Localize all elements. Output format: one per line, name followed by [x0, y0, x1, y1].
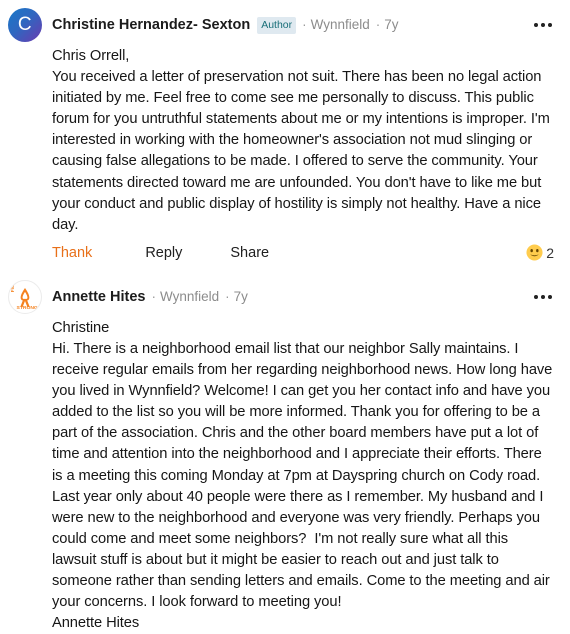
smiley-face-emoji — [526, 244, 543, 261]
location-label[interactable]: Wynnfield — [160, 288, 219, 306]
comment-meta: Christine Hernandez- Sexton Author · Wyn… — [52, 16, 399, 35]
ribbon-top-text: FIGHT — [10, 280, 15, 292]
author-name[interactable]: Christine Hernandez- Sexton — [52, 16, 250, 34]
comment-item: FIGHT STRONG Annette Hites · Wynnfield ·… — [0, 270, 570, 634]
comment-item: C Christine Hernandez- Sexton Author · W… — [0, 0, 570, 270]
more-options-icon[interactable] — [532, 289, 554, 305]
awareness-ribbon-icon: FIGHT STRONG — [9, 280, 41, 313]
dot — [534, 294, 538, 299]
timestamp: 7y — [233, 288, 248, 304]
comment-header: C Christine Hernandez- Sexton Author · W… — [8, 0, 562, 44]
meta-separator: · — [151, 288, 156, 304]
reaction-summary[interactable]: 2 — [526, 244, 554, 261]
reaction-count: 2 — [546, 244, 554, 261]
avatar-initial: C — [17, 14, 33, 35]
timestamp: 7y — [384, 16, 399, 32]
location-label[interactable]: Wynnfield — [311, 16, 370, 34]
dot — [548, 294, 552, 299]
share-button[interactable]: Share — [230, 245, 269, 261]
dot — [548, 23, 552, 27]
reply-button[interactable]: Reply — [145, 245, 182, 261]
avatar[interactable]: C — [8, 8, 42, 42]
meta-separator: · — [375, 16, 381, 32]
author-badge: Author — [257, 16, 297, 34]
comment-header: FIGHT STRONG Annette Hites · Wynnfield ·… — [8, 270, 562, 316]
dot — [541, 294, 545, 299]
comment-body: Christine Hi. There is a neighborhood em… — [52, 319, 553, 632]
avatar[interactable]: FIGHT STRONG — [8, 279, 42, 314]
meta-separator: · — [302, 16, 307, 32]
more-options-icon[interactable] — [532, 17, 554, 33]
meta-separator: · — [225, 288, 230, 304]
comment-meta: Annette Hites · Wynnfield · 7y — [52, 288, 248, 306]
dot — [541, 23, 545, 27]
comment-body: Chris Orrell, You received a letter of p… — [52, 48, 550, 233]
author-name[interactable]: Annette Hites — [52, 288, 145, 306]
comment-thread: C Christine Hernandez- Sexton Author · W… — [0, 0, 570, 634]
comment-actions: Thank Reply Share 2 — [52, 236, 562, 270]
thank-button[interactable]: Thank — [52, 245, 92, 261]
dot — [534, 23, 538, 27]
